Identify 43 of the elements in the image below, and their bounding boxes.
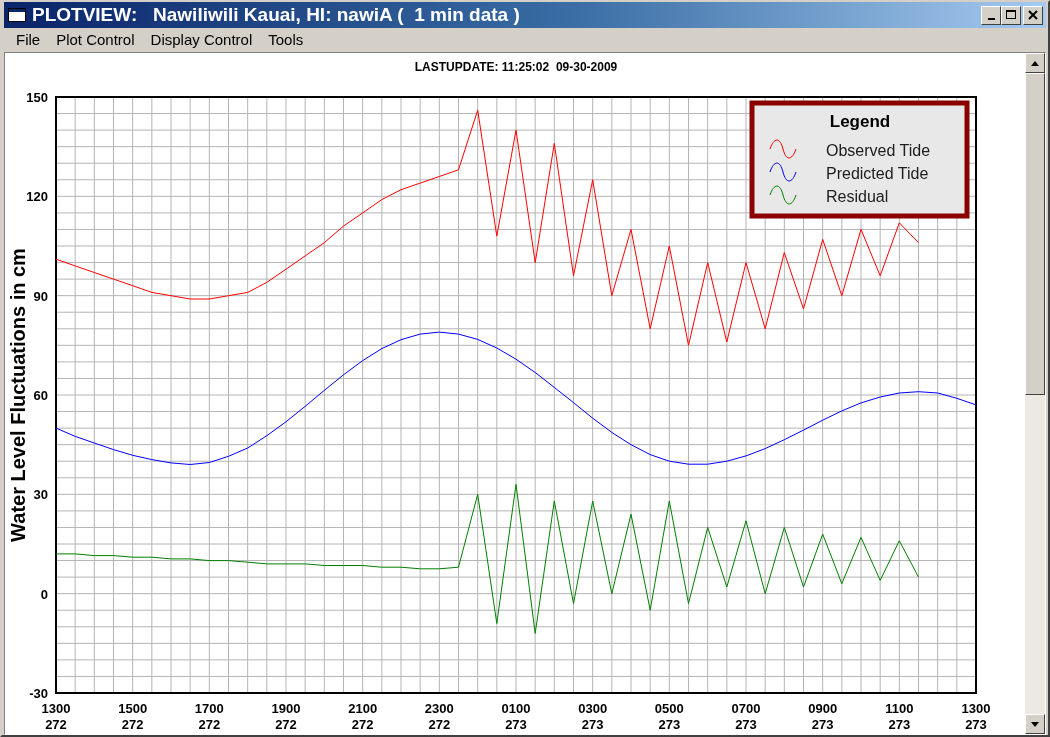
y-tick-label: 120 <box>26 189 48 205</box>
x-tick-label: 0900 273 <box>808 701 838 732</box>
x-tick-label: 0100 273 <box>501 701 531 732</box>
up-arrow-icon <box>1031 60 1039 66</box>
x-tick-label: 0300 273 <box>578 701 608 732</box>
legend-label: Predicted Tide <box>826 165 929 182</box>
minimize-button[interactable] <box>981 5 1001 25</box>
x-tick-label: 1900 272 <box>271 701 301 732</box>
x-tick-label: 1300 272 <box>41 701 71 732</box>
close-icon <box>1028 10 1038 20</box>
y-axis-title: Water Level Fluctuations in cm <box>7 248 29 542</box>
menu-item[interactable]: File <box>8 30 49 48</box>
x-tick-label: 0700 273 <box>731 701 761 732</box>
window-title: PLOTVIEW: Nawiliwili Kauai, HI: nawiA ( 1 min data ) <box>32 4 521 26</box>
down-arrow-icon <box>1031 721 1039 727</box>
x-tick-label: 1700 272 <box>194 701 224 732</box>
menu-item[interactable]: Display Control <box>142 30 261 48</box>
scroll-down-button[interactable] <box>1025 714 1045 734</box>
y-tick-label: -30 <box>29 686 48 701</box>
minimize-icon <box>987 18 995 20</box>
legend-title: Legend <box>829 112 891 131</box>
x-tick-label: 1100 273 <box>885 701 914 732</box>
close-button[interactable] <box>1023 5 1043 25</box>
menu-item[interactable]: Tools <box>260 30 312 48</box>
maximize-button[interactable] <box>1001 5 1021 25</box>
y-tick-label: 30 <box>33 487 48 503</box>
x-tick-label: 2300 272 <box>424 701 454 732</box>
scrollbar-thumb[interactable] <box>1025 73 1045 395</box>
legend-label: Residual <box>826 188 889 205</box>
x-tick-label: 2100 272 <box>348 701 378 732</box>
x-tick-label: 1500 272 <box>118 701 148 732</box>
x-tick-label: 1300 273 <box>961 701 991 732</box>
chart-title: LASTUPDATE: 11:25:02 09-30-2009 <box>414 60 618 74</box>
y-tick-label: 0 <box>40 586 48 602</box>
legend-label: Observed Tide <box>826 142 931 159</box>
y-tick-label: 60 <box>33 388 48 403</box>
menu-item[interactable]: Plot Control <box>48 30 143 48</box>
maximize-icon <box>1006 10 1016 20</box>
scroll-up-button[interactable] <box>1025 53 1045 73</box>
x-tick-label: 0500 273 <box>654 701 684 732</box>
y-tick-label: 90 <box>33 288 48 304</box>
y-tick-label: 150 <box>26 90 48 105</box>
window-icon <box>8 8 26 22</box>
